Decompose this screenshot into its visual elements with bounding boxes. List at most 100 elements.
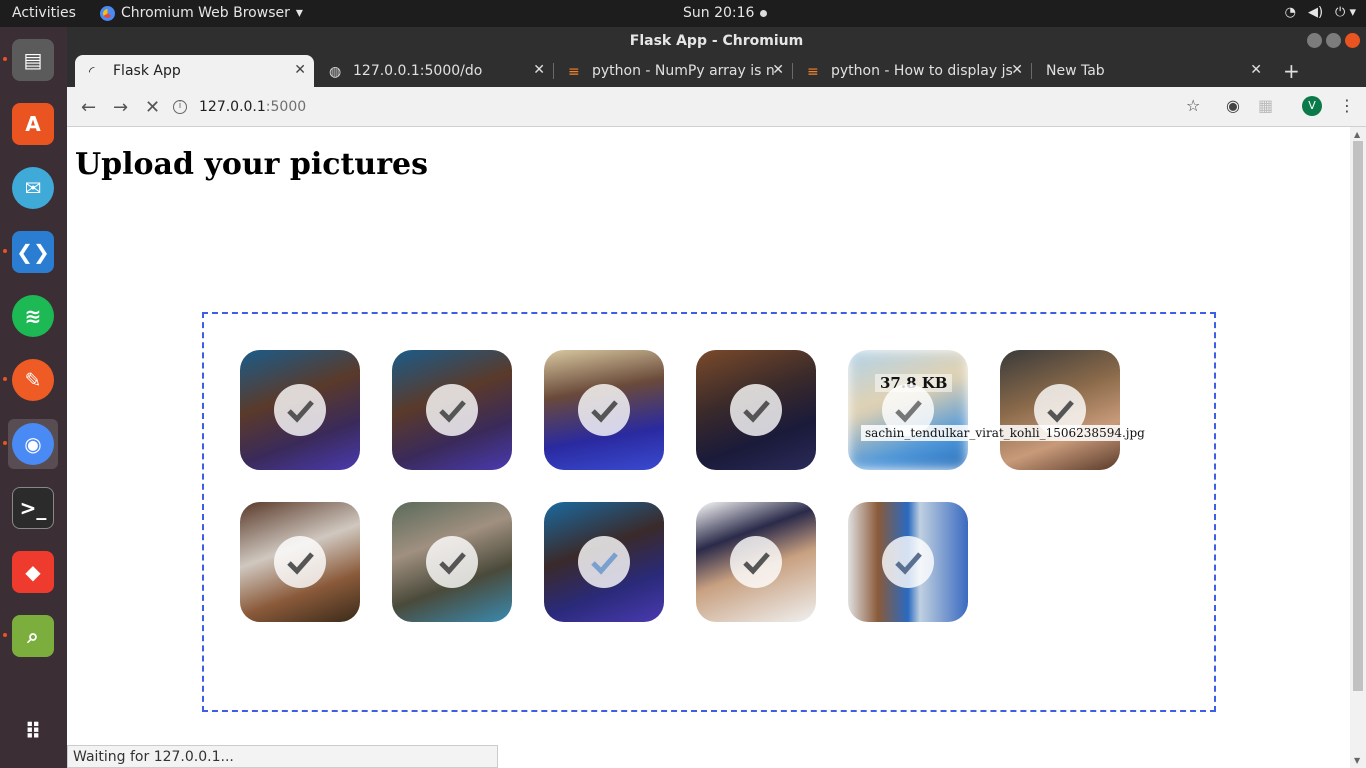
tab-new-tab[interactable]: New Tab ✕: [1032, 55, 1270, 87]
running-indicator: [3, 441, 7, 445]
eye-extension-icon[interactable]: ◉: [1226, 96, 1240, 115]
mail-icon: ✉: [12, 167, 54, 209]
vertical-scrollbar[interactable]: ▲ ▼: [1350, 127, 1366, 768]
status-bubble: Waiting for 127.0.0.1...: [67, 745, 498, 768]
success-checkmark-icon: [730, 536, 782, 588]
success-checkmark-icon: [274, 536, 326, 588]
image-viewer-launcher[interactable]: ⌕: [3, 611, 58, 661]
tab-title: New Tab: [1046, 63, 1105, 79]
software-center-launcher[interactable]: A: [8, 99, 58, 149]
menu-kebab-icon[interactable]: ⋮: [1339, 96, 1355, 115]
url-port: :5000: [265, 99, 307, 115]
uploaded-thumbnail[interactable]: [240, 502, 360, 622]
close-window-button[interactable]: [1345, 33, 1360, 48]
close-tab-icon[interactable]: ✕: [772, 62, 784, 78]
success-checkmark-icon: [730, 384, 782, 436]
browser-toolbar: ← → ✕ i 127.0.0.1:5000 ☆ ◉ ▦ V ⋮: [67, 87, 1366, 127]
clock[interactable]: Sun 20:16: [683, 5, 768, 21]
success-checkmark-icon: [882, 536, 934, 588]
postman-launcher[interactable]: ✎: [3, 355, 58, 405]
vscode-icon: ❮❯: [12, 231, 54, 273]
bookmark-star-icon[interactable]: ☆: [1186, 96, 1200, 115]
power-icon: ⏻ ▾: [1335, 5, 1356, 20]
uploaded-thumbnail[interactable]: [392, 502, 512, 622]
chromium-icon: [100, 5, 115, 21]
notification-dot: [760, 9, 768, 17]
anydesk-launcher[interactable]: ◆: [8, 547, 58, 597]
app-menu[interactable]: Chromium Web Browser ▾: [100, 5, 303, 21]
dock: ▤ A ✉ ❮❯ ≋ ✎ ◉ >_ ◆ ⌕ ⠿: [0, 27, 67, 768]
system-tray[interactable]: ◔ ◀) ⏻ ▾: [1285, 5, 1356, 20]
stackoverflow-icon: ≡: [807, 64, 819, 80]
close-tab-icon[interactable]: ✕: [1250, 62, 1262, 78]
app-menu-label: Chromium Web Browser: [121, 5, 290, 21]
globe-icon: ◍: [329, 64, 342, 80]
uploaded-thumbnail-hovered[interactable]: 37.8 KB: [848, 350, 968, 470]
minimize-button[interactable]: [1307, 33, 1322, 48]
window-controls: [1307, 33, 1360, 48]
tab-flask-app[interactable]: ◜ Flask App ✕: [75, 55, 314, 87]
postman-icon: ✎: [12, 359, 54, 401]
uploaded-thumbnail[interactable]: [1000, 350, 1120, 470]
running-indicator: [3, 377, 7, 381]
url-host: 127.0.0.1: [199, 99, 266, 115]
uploaded-thumbnail[interactable]: [392, 350, 512, 470]
scrollbar-thumb[interactable]: [1353, 141, 1363, 691]
stop-loading-icon[interactable]: ✕: [145, 97, 160, 118]
maximize-button[interactable]: [1326, 33, 1341, 48]
page-title: Upload your pictures: [75, 147, 428, 182]
tab-title: python - How to display js: [831, 63, 1013, 79]
success-checkmark-icon: [426, 536, 478, 588]
uploaded-thumbnail[interactable]: [544, 502, 664, 622]
system-top-bar: Activities Chromium Web Browser ▾ Sun 20…: [0, 0, 1366, 27]
show-applications-button[interactable]: ⠿: [8, 707, 58, 757]
spotify-launcher[interactable]: ≋: [8, 291, 58, 341]
window-title: Flask App - Chromium: [629, 33, 804, 49]
profile-avatar[interactable]: V: [1302, 96, 1322, 116]
scroll-up-arrow-icon[interactable]: ▲: [1354, 130, 1360, 139]
tab-localhost-do[interactable]: ◍ 127.0.0.1:5000/do ✕: [315, 55, 553, 87]
uploaded-thumbnail[interactable]: [696, 350, 816, 470]
uploaded-thumbnail[interactable]: [696, 502, 816, 622]
software-center-icon: A: [12, 103, 54, 145]
window-titlebar[interactable]: Flask App - Chromium: [67, 27, 1366, 55]
uploaded-thumbnail[interactable]: [544, 350, 664, 470]
mail-launcher[interactable]: ✉: [8, 163, 58, 213]
wifi-icon: ◔: [1284, 5, 1296, 20]
running-indicator: [3, 249, 7, 253]
chevron-down-icon: ▾: [295, 5, 303, 21]
close-tab-icon[interactable]: ✕: [533, 62, 545, 78]
back-arrow-icon[interactable]: ←: [81, 97, 96, 118]
address-bar[interactable]: i 127.0.0.1:5000: [173, 94, 1173, 120]
tab-title: Flask App: [113, 63, 181, 79]
extension-icon[interactable]: ▦: [1258, 96, 1273, 115]
image-viewer-icon: ⌕: [12, 615, 54, 657]
tab-title: python - NumPy array is n: [592, 63, 775, 79]
spotify-icon: ≋: [12, 295, 54, 337]
uploaded-thumbnail[interactable]: [240, 350, 360, 470]
vscode-launcher[interactable]: ❮❯: [3, 227, 58, 277]
chromium-dock-icon: ◉: [12, 423, 54, 465]
new-tab-button[interactable]: +: [1283, 59, 1300, 83]
close-tab-icon[interactable]: ✕: [1011, 62, 1023, 78]
forward-arrow-icon[interactable]: →: [113, 97, 128, 118]
uploaded-thumbnail[interactable]: [848, 502, 968, 622]
running-indicator: [3, 57, 7, 61]
success-checkmark-icon: [578, 384, 630, 436]
site-info-icon[interactable]: i: [173, 100, 187, 114]
stackoverflow-icon: ≡: [568, 64, 580, 80]
terminal-launcher[interactable]: >_: [8, 483, 58, 533]
scroll-down-arrow-icon[interactable]: ▼: [1354, 756, 1360, 765]
tab-title: 127.0.0.1:5000/do: [353, 63, 483, 79]
anydesk-icon: ◆: [12, 551, 54, 593]
running-indicator: [3, 633, 7, 637]
chromium-launcher[interactable]: ◉: [3, 419, 58, 469]
files-launcher[interactable]: ▤: [3, 35, 58, 85]
tab-numpy-question[interactable]: ≡ python - NumPy array is n ✕: [554, 55, 792, 87]
tab-display-json-question[interactable]: ≡ python - How to display js ✕: [793, 55, 1031, 87]
clock-label: Sun 20:16: [683, 5, 755, 21]
volume-icon: ◀): [1307, 5, 1324, 20]
dropzone[interactable]: 37.8 KB: [202, 312, 1216, 712]
close-tab-icon[interactable]: ✕: [294, 62, 306, 78]
activities-button[interactable]: Activities: [12, 5, 76, 21]
